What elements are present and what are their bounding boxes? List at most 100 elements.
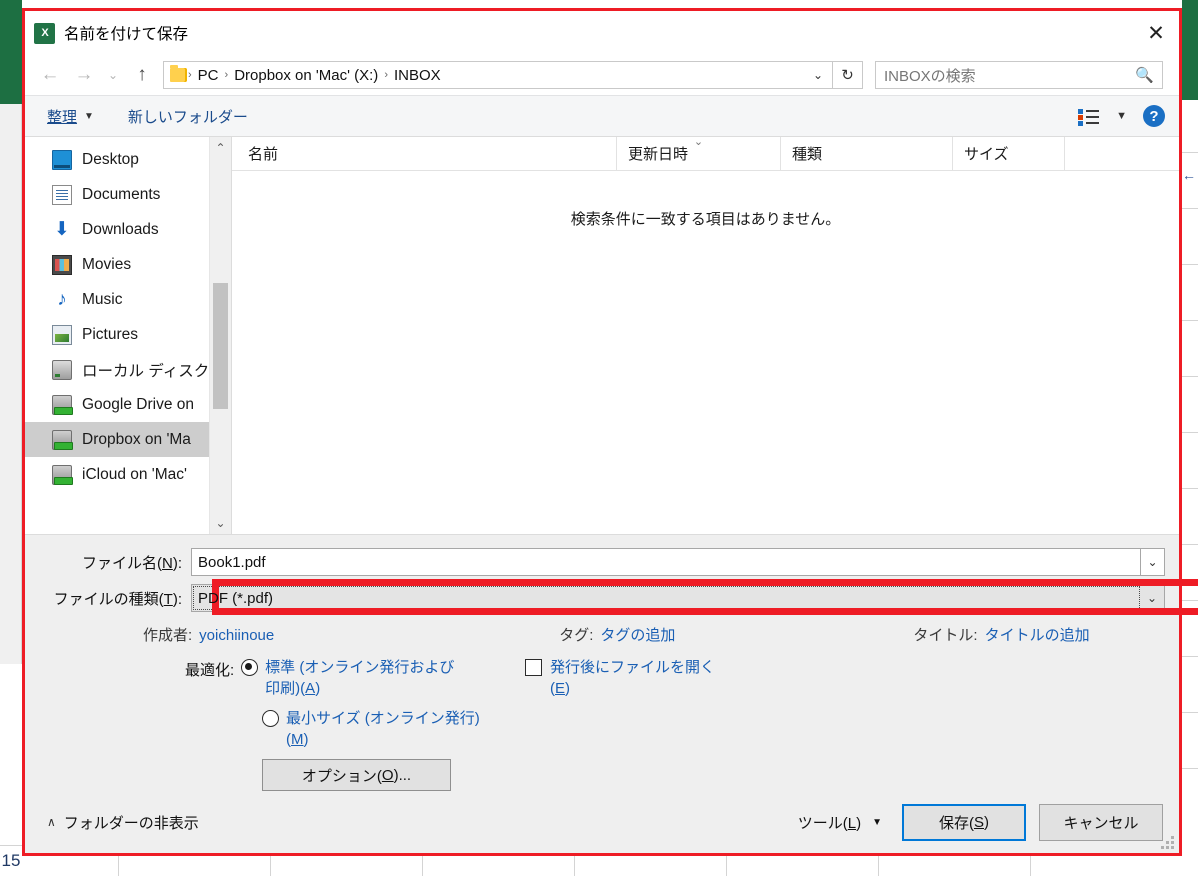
help-icon[interactable]: ? [1143,105,1165,127]
radio-standard[interactable]: 標準 (オンライン発行および印刷)(A) [241,657,461,699]
sidebar-item-label: Downloads [82,220,159,238]
radio-minimum-indicator[interactable] [262,710,279,727]
sidebar-item-icloud[interactable]: iCloud on 'Mac' [25,457,231,492]
radio-minimum-suffix: ) [303,731,309,748]
radio-standard-accel: A [305,680,316,697]
metadata-row: 作成者: yoichiinoue タグ: タグの追加 タイトル: タイトルの追加 [25,619,1179,649]
options-button-suffix: )... [393,766,412,784]
filename-label: ファイル名(N): [81,554,182,572]
cancel-label: キャンセル [1063,814,1139,832]
filename-accel: N [161,554,173,572]
sidebar-item-documents[interactable]: Documents [25,177,231,212]
tags-value[interactable]: タグの追加 [600,624,675,645]
radio-standard-text: 標準 (オンライン発行および印刷)( [265,659,455,697]
filename-value: Book1.pdf [198,553,266,571]
optimize-label: 最適化: [185,662,235,679]
filename-control: Book1.pdf ⌄ [191,548,1165,576]
chevron-down-icon[interactable]: ⌄ [806,62,830,88]
options-button[interactable]: オプション(O)... [262,759,451,791]
sidebar-item-dropbox[interactable]: Dropbox on 'Ma [25,422,231,457]
focus-ring [193,586,1140,610]
sidebar-item-downloads[interactable]: ⬇ Downloads [25,212,231,247]
filetype-chevron-down-icon[interactable]: ⌄ [1140,591,1164,605]
sidebar-scrollbar[interactable]: ⌃ ⌄ [209,137,231,534]
open-after-publish-checkbox-row[interactable]: 発行後にファイルを開く(E) [525,657,730,699]
save-accel: S [973,813,984,831]
filetype-select[interactable]: PDF (*.pdf) ⌄ [191,584,1165,612]
radio-standard-indicator[interactable] [241,659,259,676]
breadcrumb: › PC › Dropbox on 'Mac' (X:) › INBOX [187,67,446,84]
options-button-wrap: オプション(O)... [185,759,485,791]
forward-icon[interactable]: → [67,60,101,90]
optimize-section: 最適化: 標準 (オンライン発行および印刷)(A) 最小サイズ (オンライン発行… [25,651,1179,791]
breadcrumb-item-dropbox[interactable]: Dropbox on 'Mac' (X:) [229,67,383,84]
sidebar-item-google-drive[interactable]: Google Drive on [25,387,231,422]
sidebar-item-music[interactable]: ♪ Music [25,282,231,317]
dialog-footer: ∧ フォルダーの非表示 ツール(L) ▼ 保存(S) キャンセル [25,791,1179,853]
view-list-icon[interactable] [1078,108,1100,126]
scroll-up-icon[interactable]: ⌃ [210,137,231,159]
column-label: 更新日時 [628,146,689,163]
excel-left-strip [0,104,22,664]
scroll-down-icon[interactable]: ⌄ [210,512,231,534]
author-value[interactable]: yoichiinoue [199,627,274,644]
radio-minimum-accel: M [291,731,304,748]
organize-label: 整理 [47,108,78,126]
pictures-icon [52,324,72,345]
save-text: 保存( [938,814,974,832]
tags-field: タグ: タグの追加 [559,624,675,645]
save-button[interactable]: 保存(S) [902,803,1026,841]
address-bar[interactable]: › PC › Dropbox on 'Mac' (X:) › INBOX ⌄ [163,61,833,89]
sidebar-item-movies[interactable]: Movies [25,247,231,282]
hide-folders-button[interactable]: ∧ フォルダーの非表示 [47,812,199,833]
sidebar-item-local-disk[interactable]: ローカル ディスク (C [25,352,231,387]
save-form-area: ファイル名(N): Book1.pdf ⌄ ファイルの種類(T): PDF (*… [25,534,1198,791]
radio-minimum[interactable]: 最小サイズ (オンライン発行)(M) [185,708,485,750]
empty-list-message: 検索条件に一致する項目はありません。 [570,211,841,228]
search-input[interactable]: INBOXの検索 🔍 [875,61,1163,89]
music-icon: ♪ [57,288,67,310]
tools-button[interactable]: ツール(L) ▼ [798,812,882,833]
new-folder-button[interactable]: 新しいフォルダー [128,106,248,127]
column-header-extra[interactable] [1064,136,1179,171]
title-field: タイトル: タイトルの追加 [913,624,1089,645]
dialog-titlebar: X 名前を付けて保存 ✕ [25,11,1179,55]
breadcrumb-item-inbox[interactable]: INBOX [389,67,446,84]
resize-grip[interactable] [1161,836,1174,849]
open-after-publish-checkbox[interactable] [525,659,542,676]
title-label: タイトル: [913,626,978,644]
filetype-value: PDF (*.pdf) [198,589,274,607]
dialog-content: Desktop Documents ⬇ Downloads Movies ♪ M… [25,136,1179,534]
dialog-title: 名前を付けて保存 [64,26,189,43]
excel-ribbon-right [1182,0,1198,100]
file-list-pane: 名前 ⌄ 更新日時 種類 サイズ 検索条件に一致する項目はありません。 [232,136,1179,534]
view-chevron-down-icon[interactable]: ▼ [1116,110,1127,122]
back-icon[interactable]: ← [33,60,67,90]
optimize-first-option-row: 最適化: 標準 (オンライン発行および印刷)(A) [185,657,485,708]
refresh-icon[interactable]: ↻ [833,61,863,89]
up-icon[interactable]: ↑ [125,60,159,90]
title-value[interactable]: タイトルの追加 [985,624,1090,645]
filename-input[interactable]: Book1.pdf [191,548,1141,576]
options-button-accel: O [381,766,394,784]
close-icon[interactable]: ✕ [1133,11,1179,55]
column-header-name[interactable]: 名前 [232,137,616,171]
radio-standard-suffix: ) [315,680,321,697]
sidebar-item-desktop[interactable]: Desktop [25,142,231,177]
chevron-up-icon: ∧ [47,815,56,829]
column-header-size[interactable]: サイズ [952,136,1064,171]
hide-folders-label: フォルダーの非表示 [63,814,199,832]
breadcrumb-item-pc[interactable]: PC [193,67,224,84]
scrollbar-thumb[interactable] [213,283,228,409]
column-header-type[interactable]: 種類 [780,136,952,171]
organize-button[interactable]: 整理 ▼ [47,106,94,127]
recent-locations-icon[interactable]: ⌄ [101,60,125,90]
filename-row: ファイル名(N): Book1.pdf ⌄ [25,547,1179,577]
filename-label-text: ファイル名( [81,554,162,572]
column-header-modified[interactable]: ⌄ 更新日時 [616,136,780,171]
sidebar-item-pictures[interactable]: Pictures [25,317,231,352]
filename-chevron-down-icon[interactable]: ⌄ [1141,548,1165,576]
cancel-button[interactable]: キャンセル [1039,803,1163,841]
navigation-bar: ← → ⌄ ↑ › PC › Dropbox on 'Mac' (X:) › I… [25,55,1179,95]
search-icon[interactable]: 🔍 [1135,66,1158,84]
